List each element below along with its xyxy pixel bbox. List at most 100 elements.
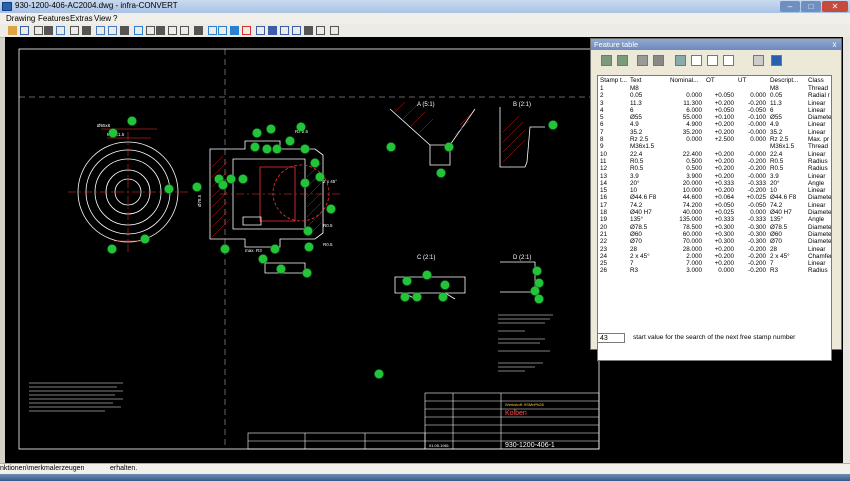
table-row[interactable]: 8 Rz 2.5 0.000 +2.500 0.000 Rz 2.5 Max. pr [598, 136, 831, 143]
feature-stamp-icon[interactable] [270, 244, 280, 254]
table-row[interactable]: 16 Ø44.6 F8 44.600 +0.064 +0.025 Ø44.6 F8 Diam… [598, 194, 831, 201]
start-value-input[interactable]: 43 [597, 333, 625, 343]
paste-icon[interactable] [218, 26, 227, 35]
table-row[interactable]: 21 Ø60 60.000 +0.300 -0.300 Ø60 Diameter [598, 231, 831, 238]
feature-stamp-icon[interactable] [252, 128, 262, 138]
close-button[interactable]: ✕ [822, 1, 848, 12]
table-row[interactable]: 1 M8 M8 Thread [598, 85, 831, 92]
feature-stamp-icon[interactable] [402, 276, 412, 286]
feature-stamp-icon[interactable] [310, 158, 320, 168]
table-row[interactable]: 5 Ø55 55.000 +0.100 -0.100 Ø55 Diameter [598, 114, 831, 121]
feature-stamp-icon[interactable] [140, 234, 150, 244]
minimize-button[interactable]: – [780, 1, 800, 12]
feature-stamp-icon[interactable] [422, 270, 432, 280]
col-class[interactable]: Class [806, 76, 831, 85]
view-icon[interactable] [304, 26, 313, 35]
table-row[interactable]: 10 22.4 22.400 +0.200 -0.000 22.4 Linear [598, 151, 831, 158]
menu-view[interactable]: View [94, 14, 111, 23]
export-icon[interactable] [707, 55, 718, 66]
col-ut[interactable]: UT [736, 76, 768, 85]
zoom-in-icon[interactable] [256, 26, 265, 35]
pan-icon[interactable] [316, 26, 325, 35]
table-row[interactable]: 25 7 7.000 +0.200 -0.200 7 Linear [598, 260, 831, 267]
table-row[interactable]: 26 R3 3.000 0.000 -0.200 R3 Radius [598, 267, 831, 274]
feature-stamp-icon[interactable] [220, 244, 230, 254]
table-row[interactable]: 9 M36x1.5 M36x1.5 Thread [598, 143, 831, 150]
feature-stamp-icon[interactable] [315, 172, 325, 182]
feature-stamp-icon[interactable] [534, 294, 544, 304]
feature-stamp-icon[interactable] [272, 144, 282, 154]
copy-icon[interactable] [208, 26, 217, 35]
feature-stamp-icon[interactable] [127, 116, 137, 126]
feature-stamp-icon[interactable] [304, 242, 314, 252]
feature-stamp-icon[interactable] [266, 124, 276, 134]
zoom-window-icon[interactable] [292, 26, 301, 35]
menu-drawing[interactable]: Drawing [6, 14, 35, 23]
feature-stamp-icon[interactable] [218, 180, 228, 190]
feature-stamp-icon[interactable] [276, 264, 286, 274]
find-icon[interactable] [180, 26, 189, 35]
feature-stamp-icon[interactable] [548, 120, 558, 130]
table-row[interactable]: 2 0.05 0.000 +0.050 0.000 0.05 Radial r [598, 92, 831, 99]
table-icon[interactable] [691, 55, 702, 66]
delete-icon[interactable] [653, 55, 664, 66]
excel-icon[interactable] [771, 55, 782, 66]
stamp-icon[interactable] [146, 26, 155, 35]
table-row[interactable]: 20 Ø78.5 78.500 +0.300 -0.300 Ø78.5 Diameter [598, 224, 831, 231]
copy-icon[interactable] [675, 55, 686, 66]
table-row[interactable]: 18 Ø40 H7 40.000 +0.025 0.000 Ø40 H7 Diameter [598, 209, 831, 216]
pen-icon[interactable] [70, 26, 79, 35]
table-row[interactable]: 23 28 28.000 +0.200 -0.200 28 Linear [598, 246, 831, 253]
table-row[interactable]: 14 20° 20.000 +0.333 -0.333 20° Angle [598, 180, 831, 187]
table-row[interactable]: 22 Ø70 70.000 +0.300 -0.300 Ø70 Diameter [598, 238, 831, 245]
dimension-icon[interactable] [108, 26, 117, 35]
grid-view-icon[interactable] [637, 55, 648, 66]
export-icon[interactable] [230, 26, 239, 35]
feature-stamp-icon[interactable] [258, 254, 268, 264]
open-icon[interactable] [8, 26, 17, 35]
col-description[interactable]: Descript... [768, 76, 806, 85]
feature-table-close-button[interactable]: x [830, 40, 839, 49]
measure-icon[interactable] [120, 26, 129, 35]
menu-features[interactable]: Features [38, 14, 70, 23]
feature-stamp-icon[interactable] [444, 142, 454, 152]
table-row[interactable]: 17 74.2 74.200 +0.050 -0.050 74.2 Linear [598, 202, 831, 209]
feature-stamp-icon[interactable] [530, 286, 540, 296]
zoom-all-icon[interactable] [280, 26, 289, 35]
feature-stamp-icon[interactable] [326, 204, 336, 214]
feature-stamp-icon[interactable] [300, 178, 310, 188]
feature-stamp-icon[interactable] [303, 226, 313, 236]
feature-stamp-icon[interactable] [192, 182, 202, 192]
table-row[interactable]: 6 4.9 4.900 +0.200 -0.000 4.9 Linear [598, 121, 831, 128]
feature-stamp-icon[interactable] [226, 174, 236, 184]
feature-stamp-icon[interactable] [412, 292, 422, 302]
feature-stamp-icon[interactable] [250, 142, 260, 152]
table-row[interactable]: 24 2 x 45° 2.000 +0.200 -0.200 2 x 45° Chamfer [598, 253, 831, 260]
table-row[interactable]: 4 6 6.000 +0.050 -0.050 6 Linear [598, 107, 831, 114]
feature-stamp-icon[interactable] [108, 128, 118, 138]
print-icon[interactable] [753, 55, 764, 66]
feature-stamp-icon[interactable] [438, 292, 448, 302]
list-icon[interactable] [96, 26, 105, 35]
move-down-icon[interactable] [617, 55, 628, 66]
table-row[interactable]: 13 3.9 3.900 +0.200 -0.000 3.9 Linear [598, 173, 831, 180]
feature-stamp-icon[interactable] [374, 369, 384, 379]
feature-stamp-icon[interactable] [285, 136, 295, 146]
stamp-auto-icon[interactable] [156, 26, 165, 35]
maximize-button[interactable]: □ [801, 1, 821, 12]
layers-icon[interactable] [34, 26, 43, 35]
col-stamp[interactable]: Stamp t... [598, 76, 628, 85]
delete-icon[interactable] [242, 26, 251, 35]
zoom-icon[interactable] [134, 26, 143, 35]
feature-stamp-icon[interactable] [296, 122, 306, 132]
table-icon[interactable] [82, 26, 91, 35]
feature-stamp-icon[interactable] [164, 184, 174, 194]
feature-stamp-icon[interactable] [534, 278, 544, 288]
zoom-out-icon[interactable] [268, 26, 277, 35]
col-text[interactable]: Text [628, 76, 668, 85]
feature-stamp-icon[interactable] [436, 168, 446, 178]
save-icon[interactable] [20, 26, 29, 35]
table-row[interactable]: 19 135° 135.000 +0.333 -0.333 135° Angle [598, 216, 831, 223]
renumber-icon[interactable] [168, 26, 177, 35]
feature-stamp-icon[interactable] [532, 266, 542, 276]
